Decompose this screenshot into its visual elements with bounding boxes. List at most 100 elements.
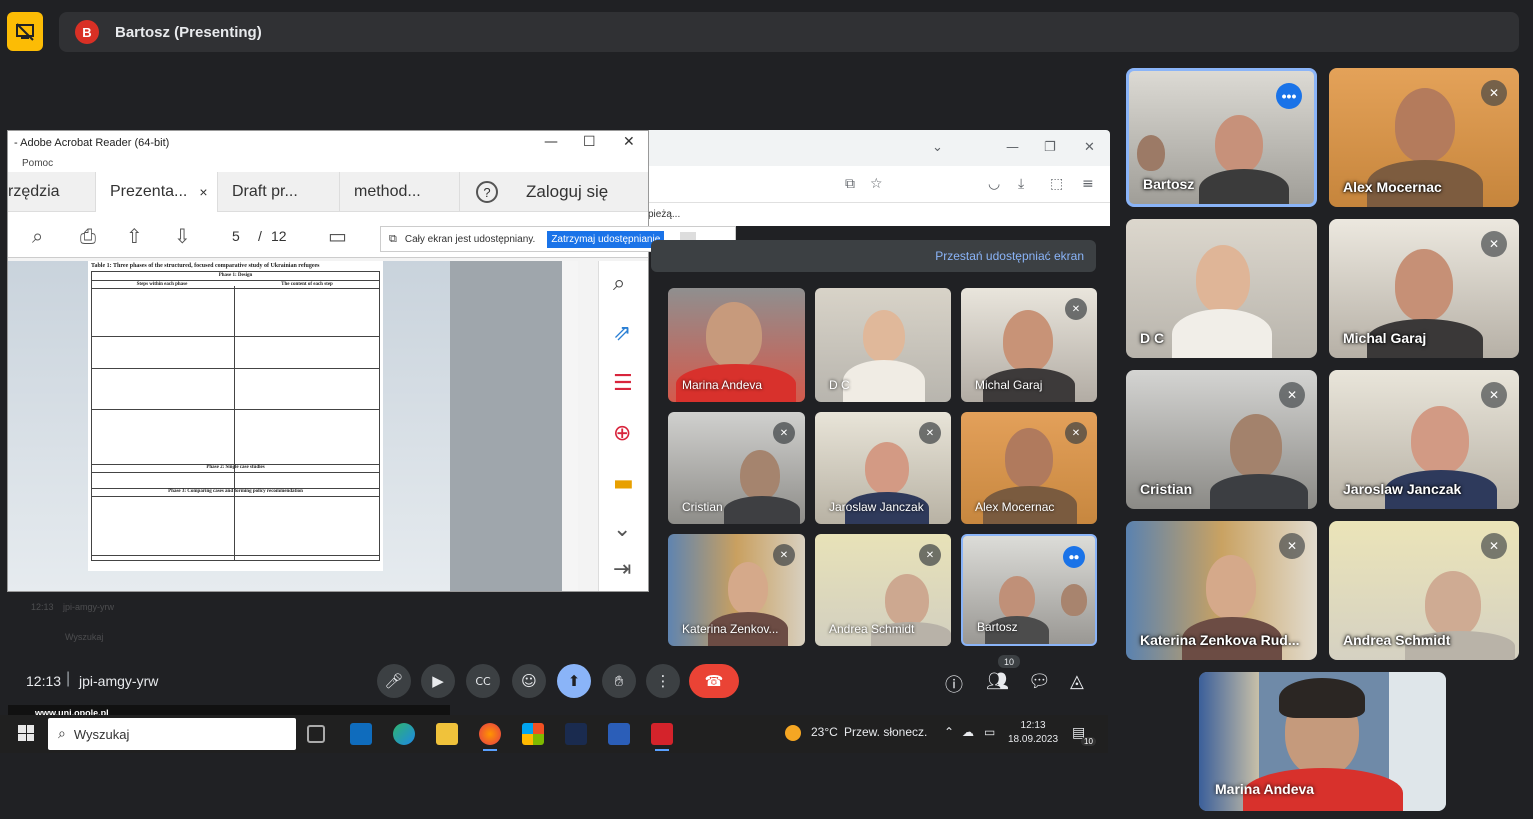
participant-tile[interactable]: ✕ Michal Garaj — [1329, 219, 1519, 358]
inner-tile-name: Andrea Schmidt — [829, 622, 915, 636]
participant-tile[interactable]: ••• Bartosz — [1126, 68, 1317, 207]
speaking-icon: ⦁⦁ — [1063, 546, 1085, 568]
camera-button[interactable]: ▶ — [421, 664, 455, 698]
webex-icon[interactable] — [565, 723, 587, 745]
stop-share-label[interactable]: Przestań udostępniać ekran — [935, 249, 1084, 263]
inner-tile[interactable]: ✕ Katerina Zenkov... — [668, 534, 805, 646]
snapshot-icon[interactable]: ⎙ — [80, 224, 96, 248]
tab-draft[interactable]: Draft pr... — [218, 172, 340, 212]
maximize-icon[interactable]: ☐ — [583, 134, 596, 150]
taskbar-clock[interactable]: 12:13 18.09.2023 — [1008, 719, 1058, 747]
inner-tile[interactable]: ⦁⦁ Bartosz — [961, 534, 1097, 646]
minimize-icon[interactable]: — — [1006, 140, 1019, 155]
inner-tile[interactable]: ✕ Michal Garaj — [961, 288, 1097, 402]
page-up-icon[interactable]: ⇧ — [126, 224, 143, 248]
show-hidden-icons[interactable]: ⌃ — [944, 725, 954, 739]
bookmark-star-icon[interactable]: ☆ — [870, 176, 883, 192]
participant-tile[interactable]: ✕ Andrea Schmidt — [1329, 521, 1519, 660]
weather-temp[interactable]: 23°C — [811, 725, 838, 739]
zoom-out-icon[interactable]: ⌕ — [32, 224, 43, 248]
page-current[interactable]: 5 — [232, 228, 240, 244]
inner-tile[interactable]: Marina Andeva — [668, 288, 805, 402]
mic-off-icon: ✕ — [1279, 533, 1305, 559]
windows-start-icon[interactable] — [18, 725, 34, 741]
table-title: Table 1: Three phases of the structured,… — [91, 263, 320, 269]
inner-tile-name: Jaroslaw Janczak — [829, 500, 924, 514]
login-button[interactable]: Zaloguj się — [512, 172, 622, 212]
inner-tile[interactable]: ✕ Jaroslaw Janczak — [815, 412, 951, 524]
menu-icon[interactable]: ≡ — [1082, 176, 1094, 192]
firefox-icon[interactable] — [479, 723, 501, 751]
weather-icon[interactable] — [785, 725, 801, 741]
acrobat-icon[interactable] — [651, 723, 673, 751]
stop-sharing-button[interactable]: Zatrzymaj udostępnianie — [547, 230, 665, 248]
inner-tile[interactable]: D C — [815, 288, 951, 402]
scrollbar[interactable] — [562, 261, 578, 591]
comment-tool-icon[interactable]: ▬ — [613, 471, 634, 496]
participant-tile[interactable]: ✕ Katerina Zenkova Rud... — [1126, 521, 1317, 660]
screenshot-icon[interactable]: ⧉ — [845, 176, 855, 192]
minimize-icon[interactable]: — — [544, 134, 558, 150]
participant-tile[interactable]: ✕ Cristian — [1126, 370, 1317, 509]
collapse-panel-icon[interactable]: ⇥ — [613, 557, 631, 582]
download-icon[interactable]: ⤓ — [1018, 176, 1024, 192]
search-icon: ⌕ — [58, 726, 66, 742]
create-pdf-icon[interactable]: ⊕ — [613, 421, 631, 446]
weather-text[interactable]: Przew. słonecz. — [844, 725, 927, 739]
chevron-down-icon[interactable]: ⌄ — [932, 140, 943, 155]
companion-mode-icon[interactable] — [7, 12, 43, 51]
document-margin — [450, 261, 568, 591]
restore-icon[interactable]: ❐ — [1044, 140, 1056, 155]
pocket-icon[interactable]: ◡ — [988, 176, 1000, 192]
inner-tile[interactable]: ✕ Alex Mocernac — [961, 412, 1097, 524]
emoji-button[interactable]: ☺ — [512, 664, 546, 698]
page-down-icon[interactable]: ⇩ — [174, 224, 191, 248]
onedrive-icon[interactable]: ☁ — [962, 725, 974, 739]
document-canvas[interactable]: Table 1: Three phases of the structured,… — [8, 261, 450, 721]
leave-call-button[interactable]: ☎︎ — [689, 664, 739, 698]
tab-method[interactable]: method... — [340, 172, 460, 212]
expand-tools-icon[interactable]: ⌄ — [613, 517, 631, 542]
present-button[interactable]: ⬆ — [557, 664, 591, 698]
word-icon[interactable] — [608, 723, 630, 745]
meeting-info-icon[interactable]: ⓘ — [945, 671, 963, 697]
store-icon[interactable] — [522, 723, 544, 745]
task-view-icon[interactable] — [307, 725, 325, 743]
zoom-icon[interactable]: ⌕ — [613, 271, 625, 296]
participant-tile[interactable]: ✕ Alex Mocernac — [1329, 68, 1519, 207]
participant-tile[interactable]: D C — [1126, 219, 1317, 358]
inner-tile[interactable]: ✕ Andrea Schmidt — [815, 534, 951, 646]
self-view-tile[interactable]: Marina Andeva — [1199, 672, 1446, 811]
tab-presentation[interactable]: Prezenta... × — [96, 172, 218, 212]
chat-icon[interactable]: 💬︎ — [1028, 671, 1051, 692]
close-tab-icon[interactable]: × — [199, 184, 207, 200]
mic-off-icon: ✕ — [1065, 298, 1087, 320]
organize-pages-icon[interactable]: ☰ — [613, 371, 633, 396]
more-options-button[interactable]: ⋮ — [646, 664, 680, 698]
edge-icon[interactable] — [393, 723, 415, 745]
help-button[interactable]: ? — [460, 172, 512, 212]
extensions-icon[interactable]: ⬚ — [1050, 176, 1063, 192]
tab-tools[interactable]: rzędzia — [8, 172, 96, 212]
participant-tile[interactable]: ✕ Jaroslaw Janczak — [1329, 370, 1519, 509]
close-icon[interactable]: ✕ — [623, 134, 635, 150]
network-icon[interactable]: ▭ — [984, 725, 995, 739]
raise-hand-button[interactable]: ✋︎ — [602, 664, 636, 698]
bookmark-item[interactable]: pieżą... — [648, 209, 680, 220]
export-pdf-icon[interactable]: ⇗ — [613, 321, 631, 346]
menu-help[interactable]: Pomoc — [22, 158, 53, 169]
file-explorer-icon[interactable] — [436, 723, 458, 745]
taskbar-search[interactable]: ⌕ Wyszukaj — [48, 718, 296, 750]
more-options-icon[interactable]: ••• — [1276, 83, 1302, 109]
activities-icon[interactable]: ◬ — [1070, 671, 1084, 692]
mail-icon[interactable] — [350, 723, 372, 745]
comment-icon[interactable]: ▭ — [328, 224, 347, 248]
share-toast-text: Cały ekran jest udostępniany. — [404, 233, 536, 245]
stop-share-bar[interactable]: Przestań udostępniać ekran — [651, 240, 1096, 272]
captions-button[interactable]: CC — [466, 664, 500, 698]
close-icon[interactable]: ✕ — [1084, 140, 1095, 155]
inner-tile[interactable]: ✕ Cristian — [668, 412, 805, 524]
people-icon[interactable]: 👥︎ — [986, 671, 1009, 692]
inner-tile-name: Katerina Zenkov... — [682, 622, 779, 636]
microphone-button[interactable]: 🎤︎ — [377, 664, 411, 698]
